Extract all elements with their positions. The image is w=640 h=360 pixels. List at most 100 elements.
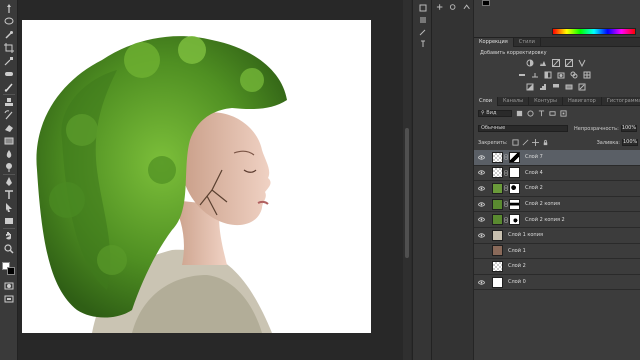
layer-row[interactable]: Слой 2 копия	[474, 197, 640, 213]
link-chain-icon[interactable]	[504, 154, 508, 161]
visibility-eye-icon[interactable]	[474, 233, 488, 238]
lasso-tool-icon[interactable]	[3, 17, 15, 27]
vibrance-icon[interactable]	[578, 59, 586, 67]
hue-saturation-icon[interactable]	[518, 71, 526, 79]
properties-panel-icon[interactable]	[418, 15, 428, 24]
scrollbar-thumb[interactable]	[405, 128, 409, 258]
tab-channels[interactable]: Каналы	[498, 97, 530, 106]
layer-row[interactable]: Слой 1	[474, 244, 640, 260]
opacity-input[interactable]: 100%	[620, 125, 637, 132]
threshold-icon[interactable]	[552, 83, 560, 91]
lock-row: Закрепить: Заливка: 100%	[478, 138, 638, 147]
layer-row[interactable]: Слой 0	[474, 275, 640, 291]
layer-row[interactable]: Слой 2 копия 2	[474, 212, 640, 228]
panel-settings-icon[interactable]	[449, 3, 456, 11]
crop-tool-icon[interactable]	[3, 43, 15, 53]
tab-navigator[interactable]: Навигатор	[563, 97, 602, 106]
history-panel-icon[interactable]	[418, 3, 428, 12]
eyedropper-tool-icon[interactable]	[3, 56, 15, 66]
character-panel-icon[interactable]	[418, 39, 428, 48]
type-tool-icon[interactable]	[3, 190, 15, 200]
filter-shape-icon[interactable]	[549, 110, 556, 117]
filter-type-icon[interactable]	[538, 109, 545, 117]
layer-row[interactable]: Слой 2	[474, 181, 640, 197]
gradient-map-icon[interactable]	[565, 83, 573, 91]
layer-row[interactable]: Слой 7	[474, 150, 640, 166]
zoom-tool-icon[interactable]	[3, 244, 15, 254]
layer-filter-kind-select[interactable]: ⚲ Вид	[478, 109, 512, 117]
link-chain-icon[interactable]	[504, 170, 508, 176]
exposure-icon[interactable]	[565, 59, 573, 67]
quick-mask-icon[interactable]	[3, 281, 15, 291]
color-spectrum-bar[interactable]	[552, 28, 636, 35]
invert-icon[interactable]	[526, 83, 534, 91]
gradient-tool-icon[interactable]	[3, 136, 15, 146]
eraser-tool-icon[interactable]	[3, 123, 15, 133]
layer-name: Слой 1 копия	[508, 232, 543, 239]
healing-brush-tool-icon[interactable]	[3, 69, 15, 79]
adjustments-panel: Добавить корректировку	[474, 47, 640, 95]
brush-tool-icon[interactable]	[3, 82, 15, 92]
link-chain-icon[interactable]	[504, 201, 508, 207]
visibility-eye-icon[interactable]	[474, 186, 488, 191]
history-brush-tool-icon[interactable]	[3, 110, 15, 120]
canvas-vertical-scrollbar[interactable]	[403, 0, 411, 360]
screen-mode-icon[interactable]	[3, 294, 15, 304]
filter-smart-object-icon[interactable]	[560, 109, 567, 117]
path-selection-tool-icon[interactable]	[3, 203, 15, 213]
color-balance-icon[interactable]	[531, 71, 539, 79]
channel-mixer-icon[interactable]	[570, 71, 578, 79]
levels-icon[interactable]	[539, 59, 547, 67]
link-chain-icon[interactable]	[504, 185, 508, 192]
blur-tool-icon[interactable]	[3, 149, 15, 159]
visibility-eye-icon[interactable]	[474, 201, 488, 207]
adjustments-tabs: Коррекция Стили	[474, 38, 640, 47]
fill-input[interactable]: 100%	[622, 139, 638, 146]
layer-row[interactable]: Слой 1 копия	[474, 228, 640, 244]
black-white-icon[interactable]	[544, 71, 552, 79]
layer-row[interactable]: Слой 2	[474, 259, 640, 275]
panel-expand-icon[interactable]	[463, 3, 470, 11]
visibility-eye-icon[interactable]	[474, 217, 488, 222]
layer-mask-thumbnail[interactable]	[509, 151, 520, 163]
blend-mode-select[interactable]: Обычные	[478, 125, 568, 132]
link-chain-icon[interactable]	[504, 216, 508, 223]
quick-select-tool-icon[interactable]	[3, 30, 15, 40]
move-tool-icon[interactable]	[3, 4, 15, 14]
lock-all-icon[interactable]	[542, 139, 549, 146]
lock-position-icon[interactable]	[531, 139, 539, 146]
background-color-swatch[interactable]	[7, 267, 15, 275]
color-lookup-icon[interactable]	[583, 71, 591, 79]
photo-filter-icon[interactable]	[557, 71, 565, 79]
layer-mask-thumbnail[interactable]	[509, 198, 520, 210]
filter-adjustment-icon[interactable]	[527, 109, 534, 117]
brightness-contrast-icon[interactable]	[526, 59, 534, 67]
visibility-eye-icon[interactable]	[474, 279, 488, 285]
tab-histogram[interactable]: Гистограмма	[602, 97, 640, 106]
tab-adjustments[interactable]: Коррекция	[474, 38, 514, 47]
pen-tool-icon[interactable]	[3, 177, 15, 187]
brush-panel-icon[interactable]	[418, 27, 428, 36]
layer-mask-thumbnail[interactable]	[509, 182, 520, 194]
lock-pixels-icon[interactable]	[522, 139, 529, 146]
clone-stamp-tool-icon[interactable]	[3, 97, 15, 107]
layer-row[interactable]: Слой 4	[474, 166, 640, 182]
curves-icon[interactable]	[552, 59, 560, 67]
foreground-color-chip[interactable]	[482, 0, 490, 6]
panel-menu-icon[interactable]	[436, 3, 443, 11]
tab-paths[interactable]: Контуры	[529, 97, 563, 106]
visibility-eye-icon[interactable]	[474, 155, 488, 160]
visibility-eye-icon[interactable]	[474, 170, 488, 175]
lock-transparency-icon[interactable]	[512, 139, 519, 146]
hand-tool-icon[interactable]	[3, 231, 15, 241]
tab-styles[interactable]: Стили	[514, 38, 541, 47]
layer-mask-thumbnail[interactable]	[509, 214, 520, 226]
image-canvas[interactable]	[22, 20, 371, 333]
rectangle-tool-icon[interactable]	[3, 216, 15, 226]
filter-pixel-icon[interactable]	[516, 110, 523, 117]
layer-mask-thumbnail[interactable]	[509, 167, 520, 179]
posterize-icon[interactable]	[539, 83, 547, 91]
dodge-tool-icon[interactable]	[3, 162, 15, 172]
tab-layers[interactable]: Слои	[474, 97, 498, 106]
selective-color-icon[interactable]	[578, 83, 586, 91]
